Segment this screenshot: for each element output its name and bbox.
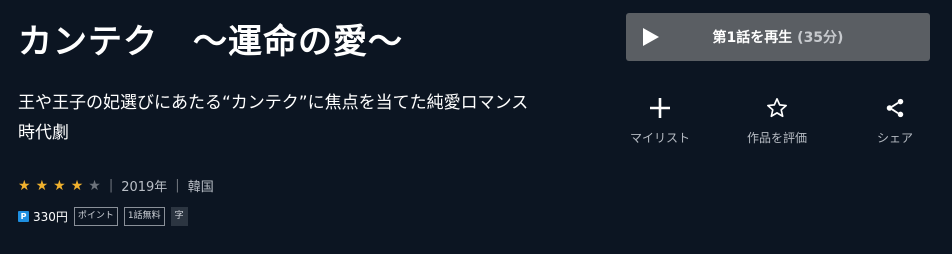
mylist-button[interactable]: マイリスト bbox=[610, 95, 710, 146]
play-icon bbox=[643, 28, 659, 46]
share-icon bbox=[886, 98, 904, 118]
star-icon: ★ bbox=[35, 177, 49, 194]
meta-row: ★ ★ ★ ★ ★ | 2019年 | 韓国 bbox=[18, 176, 214, 195]
rate-label: 作品を評価 bbox=[746, 131, 807, 145]
point-icon: P bbox=[18, 211, 29, 222]
rate-title-button[interactable]: 作品を評価 bbox=[727, 95, 827, 146]
plus-icon bbox=[650, 98, 670, 118]
star-outline-icon bbox=[767, 98, 787, 118]
play-button-label: 第1話を再生 (35分) bbox=[626, 27, 930, 47]
mylist-label: マイリスト bbox=[629, 131, 690, 145]
subtitle-badge: 字 bbox=[170, 207, 188, 226]
release-year: 2019年 bbox=[121, 180, 168, 195]
price-row: P 330円 ポイント 1話無料 字 bbox=[18, 207, 188, 226]
separator: | bbox=[108, 178, 114, 193]
episode-duration: (35分) bbox=[797, 30, 844, 46]
play-label-text: 第1話を再生 bbox=[712, 30, 793, 46]
description: 王や王子の妃選びにあたる“カンテク”に焦点を当てた純愛ロマンス時代劇 bbox=[18, 93, 529, 143]
play-first-episode-button[interactable]: 第1話を再生 (35分) bbox=[626, 13, 930, 61]
star-icon: ★ bbox=[70, 177, 84, 194]
point-badge: ポイント bbox=[73, 207, 118, 226]
share-label: シェア bbox=[876, 131, 913, 145]
free-episode-badge: 1話無料 bbox=[123, 207, 165, 226]
page-title: カンテク ～運命の愛～ bbox=[18, 22, 403, 62]
star-icon: ★ bbox=[53, 177, 66, 194]
share-button[interactable]: シェア bbox=[845, 95, 945, 146]
price-amount: 330円 bbox=[33, 210, 68, 224]
star-icon: ★ bbox=[18, 177, 31, 194]
country: 韓国 bbox=[187, 180, 214, 195]
star-empty-icon: ★ bbox=[88, 177, 101, 194]
separator: | bbox=[175, 178, 180, 193]
